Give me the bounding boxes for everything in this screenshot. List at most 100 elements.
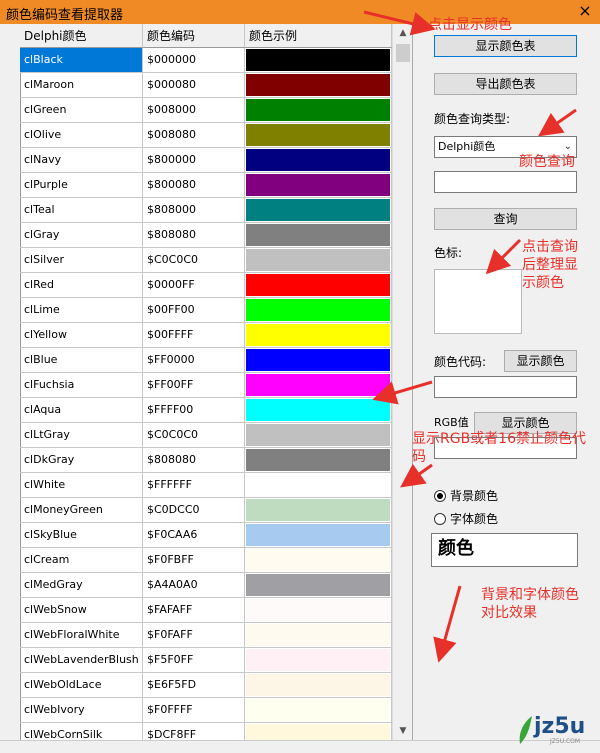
color-name-cell[interactable]: clWebCornSilk <box>20 723 143 740</box>
color-name-cell[interactable]: clPurple <box>20 173 143 198</box>
color-name-cell[interactable]: clBlack <box>20 48 143 73</box>
color-name-cell[interactable]: clWebSnow <box>20 598 143 623</box>
table-row[interactable]: clWebCornSilk $DCF8FF <box>0 723 392 740</box>
table-row[interactable]: clMedGray $A4A0A0 <box>0 573 392 598</box>
table-row[interactable]: clRed $0000FF <box>0 273 392 298</box>
color-code-cell[interactable]: $FFFF00 <box>143 398 245 423</box>
color-code-cell[interactable]: $E6F5FD <box>143 673 245 698</box>
color-name-cell[interactable]: clMoneyGreen <box>20 498 143 523</box>
color-name-cell[interactable]: clWhite <box>20 473 143 498</box>
scroll-thumb[interactable] <box>396 44 410 62</box>
scroll-up-icon[interactable]: ▲ <box>393 24 412 42</box>
table-row[interactable]: clMoneyGreen $C0DCC0 <box>0 498 392 523</box>
color-code-cell[interactable]: $FF00FF <box>143 373 245 398</box>
color-code-cell[interactable]: $808080 <box>143 448 245 473</box>
table-row[interactable]: clBlack $000000 <box>0 48 392 73</box>
color-name-cell[interactable]: clAqua <box>20 398 143 423</box>
color-code-cell[interactable]: $FF0000 <box>143 348 245 373</box>
table-row[interactable]: clWebSnow $FAFAFF <box>0 598 392 623</box>
color-sample-cell[interactable] <box>245 723 392 740</box>
color-table[interactable]: Delphi颜色 颜色编码 颜色示例 clBlack $000000 clMaroon $0… <box>0 24 413 740</box>
color-name-cell[interactable]: clGray <box>20 223 143 248</box>
color-sample-cell[interactable] <box>245 523 392 548</box>
radio-background-color[interactable]: 背景颜色 <box>434 487 498 505</box>
color-sample-cell[interactable] <box>245 73 392 98</box>
color-name-cell[interactable]: clSkyBlue <box>20 523 143 548</box>
color-code-cell[interactable]: $00FF00 <box>143 298 245 323</box>
table-row[interactable]: clLtGray $C0C0C0 <box>0 423 392 448</box>
color-name-cell[interactable]: clDkGray <box>20 448 143 473</box>
color-sample-cell[interactable] <box>245 223 392 248</box>
color-code-cell[interactable]: $C0DCC0 <box>143 498 245 523</box>
table-row[interactable]: clTeal $808000 <box>0 198 392 223</box>
color-sample-cell[interactable] <box>245 373 392 398</box>
color-name-cell[interactable]: clSilver <box>20 248 143 273</box>
table-row[interactable]: clWebOldLace $E6F5FD <box>0 673 392 698</box>
table-row[interactable]: clWebFloralWhite $F0FAFF <box>0 623 392 648</box>
color-sample-cell[interactable] <box>245 173 392 198</box>
color-code-cell[interactable]: $F0FFFF <box>143 698 245 723</box>
table-row[interactable]: clGreen $008000 <box>0 98 392 123</box>
color-name-cell[interactable]: clTeal <box>20 198 143 223</box>
show-color-table-button[interactable]: 显示颜色表 <box>434 35 577 57</box>
table-row[interactable]: clOlive $008080 <box>0 123 392 148</box>
color-code-cell[interactable]: $808000 <box>143 198 245 223</box>
color-sample-cell[interactable] <box>245 448 392 473</box>
color-code-cell[interactable]: $800080 <box>143 173 245 198</box>
color-code-cell[interactable]: $00FFFF <box>143 323 245 348</box>
color-code-cell[interactable]: $F0FAFF <box>143 623 245 648</box>
color-sample-cell[interactable] <box>245 498 392 523</box>
vertical-scrollbar[interactable]: ▲ ▼ <box>392 24 412 740</box>
color-name-cell[interactable]: clCream <box>20 548 143 573</box>
color-name-cell[interactable]: clWebOldLace <box>20 673 143 698</box>
color-sample-cell[interactable] <box>245 298 392 323</box>
color-code-cell[interactable]: $000080 <box>143 73 245 98</box>
table-row[interactable]: clWhite $FFFFFF <box>0 473 392 498</box>
color-code-cell[interactable]: $808080 <box>143 223 245 248</box>
color-sample-cell[interactable] <box>245 473 392 498</box>
color-code-cell[interactable]: $F5F0FF <box>143 648 245 673</box>
color-code-cell[interactable]: $FAFAFF <box>143 598 245 623</box>
color-code-cell[interactable]: $000000 <box>143 48 245 73</box>
color-code-cell[interactable]: $F0CAA6 <box>143 523 245 548</box>
table-row[interactable]: clWebLavenderBlush $F5F0FF <box>0 648 392 673</box>
table-row[interactable]: clWebIvory $F0FFFF <box>0 698 392 723</box>
color-name-cell[interactable]: clOlive <box>20 123 143 148</box>
color-name-cell[interactable]: clBlue <box>20 348 143 373</box>
color-sample-cell[interactable] <box>245 348 392 373</box>
color-sample-cell[interactable] <box>245 123 392 148</box>
table-row[interactable]: clCream $F0FBFF <box>0 548 392 573</box>
color-name-cell[interactable]: clNavy <box>20 148 143 173</box>
color-name-cell[interactable]: clWebFloralWhite <box>20 623 143 648</box>
color-code-input[interactable] <box>434 376 577 398</box>
table-row[interactable]: clAqua $FFFF00 <box>0 398 392 423</box>
color-name-cell[interactable]: clWebLavenderBlush <box>20 648 143 673</box>
table-row[interactable]: clSkyBlue $F0CAA6 <box>0 523 392 548</box>
table-row[interactable]: clSilver $C0C0C0 <box>0 248 392 273</box>
color-code-cell[interactable]: $C0C0C0 <box>143 248 245 273</box>
close-icon[interactable]: × <box>576 1 594 21</box>
radio-font-color[interactable]: 字体颜色 <box>434 510 498 528</box>
table-row[interactable]: clBlue $FF0000 <box>0 348 392 373</box>
color-sample-cell[interactable] <box>245 198 392 223</box>
column-header[interactable]: 颜色示例 <box>245 24 392 48</box>
color-sample-cell[interactable] <box>245 398 392 423</box>
export-color-table-button[interactable]: 导出颜色表 <box>434 73 577 95</box>
color-sample-cell[interactable] <box>245 623 392 648</box>
table-row[interactable]: clDkGray $808080 <box>0 448 392 473</box>
table-row[interactable]: clMaroon $000080 <box>0 73 392 98</box>
color-sample-cell[interactable] <box>245 273 392 298</box>
color-code-cell[interactable]: $C0C0C0 <box>143 423 245 448</box>
color-code-cell[interactable]: $008000 <box>143 98 245 123</box>
color-sample-cell[interactable] <box>245 48 392 73</box>
table-row[interactable]: clNavy $800000 <box>0 148 392 173</box>
color-name-cell[interactable]: clRed <box>20 273 143 298</box>
show-color-button-code[interactable]: 显示颜色 <box>504 350 577 372</box>
column-header[interactable]: Delphi颜色 <box>20 24 143 48</box>
color-sample-cell[interactable] <box>245 323 392 348</box>
color-code-cell[interactable]: $DCF8FF <box>143 723 245 740</box>
color-name-cell[interactable]: clYellow <box>20 323 143 348</box>
color-code-cell[interactable]: $800000 <box>143 148 245 173</box>
color-sample-cell[interactable] <box>245 573 392 598</box>
color-sample-cell[interactable] <box>245 98 392 123</box>
